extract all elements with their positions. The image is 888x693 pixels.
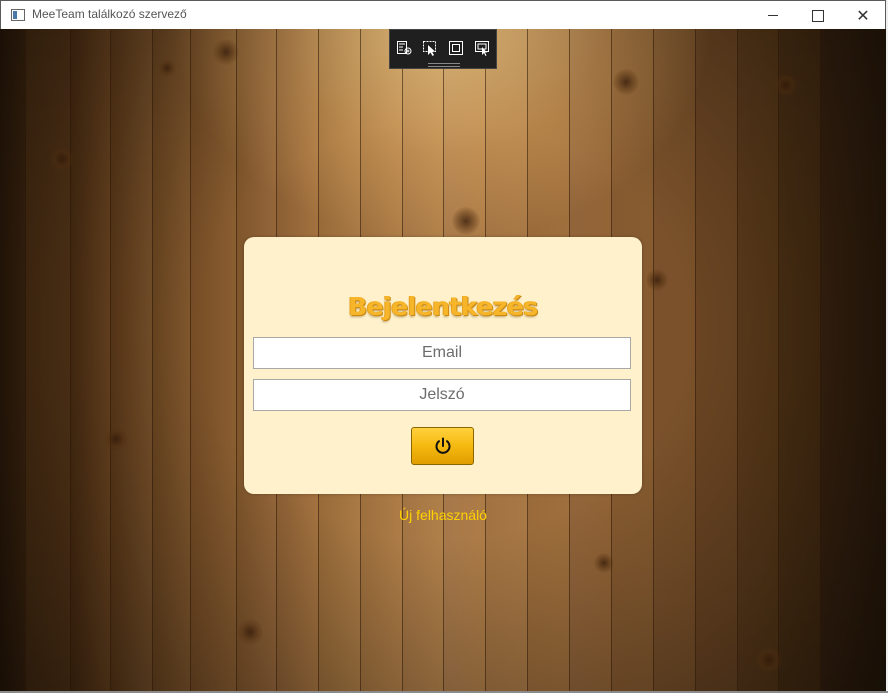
email-input[interactable] (253, 337, 631, 369)
plank-seam (820, 29, 821, 691)
toolbar-drag-handle[interactable] (428, 63, 460, 67)
plank-seam (778, 29, 779, 691)
close-icon: ✕ (856, 5, 870, 25)
plank-seam (190, 29, 191, 691)
wood-knot (775, 74, 797, 96)
wood-knot (452, 207, 480, 235)
power-icon (435, 437, 450, 454)
plank-seam (110, 29, 111, 691)
minimize-button[interactable] (750, 1, 796, 30)
plank-seam (236, 29, 237, 691)
wood-knot (104, 427, 128, 451)
wood-knot (756, 647, 782, 673)
plank-seam (70, 29, 71, 691)
wood-knot (613, 69, 639, 95)
select-element-icon (423, 41, 436, 56)
wood-knot (646, 269, 668, 291)
login-button[interactable] (411, 427, 474, 465)
maximize-button[interactable] (795, 1, 841, 30)
login-heading: Bejelentkezés (348, 292, 538, 321)
select-element-button[interactable] (421, 39, 439, 57)
wood-knot (50, 147, 74, 171)
maximize-icon (812, 9, 824, 22)
debug-toolbar (389, 29, 497, 69)
new-user-link[interactable]: Új felhasználó (386, 507, 500, 523)
minimize-icon (768, 15, 778, 16)
plank-seam (25, 29, 26, 691)
wood-knot (213, 39, 239, 65)
wood-knot (594, 553, 614, 573)
window-title: MeeTeam találkozó szervező (32, 7, 187, 21)
plank-seam (695, 29, 696, 691)
password-input[interactable] (253, 379, 631, 411)
wood-knot (237, 619, 263, 645)
close-button[interactable]: ✕ (840, 1, 886, 30)
display-layout-adorners-icon (449, 41, 463, 55)
plank-seam (152, 29, 153, 691)
layout-adorners-button[interactable] (447, 39, 465, 57)
login-card: Bejelentkezés (244, 237, 642, 494)
plank-seam (653, 29, 654, 691)
live-visual-tree-button[interactable] (395, 39, 413, 57)
live-visual-tree-icon (397, 41, 412, 55)
title-bar: MeeTeam találkozó szervező ✕ (0, 0, 886, 29)
app-icon (11, 9, 25, 21)
track-focus-button[interactable] (473, 39, 491, 57)
track-focus-icon (475, 41, 489, 56)
plank-seam (737, 29, 738, 691)
wood-knot (158, 59, 176, 77)
